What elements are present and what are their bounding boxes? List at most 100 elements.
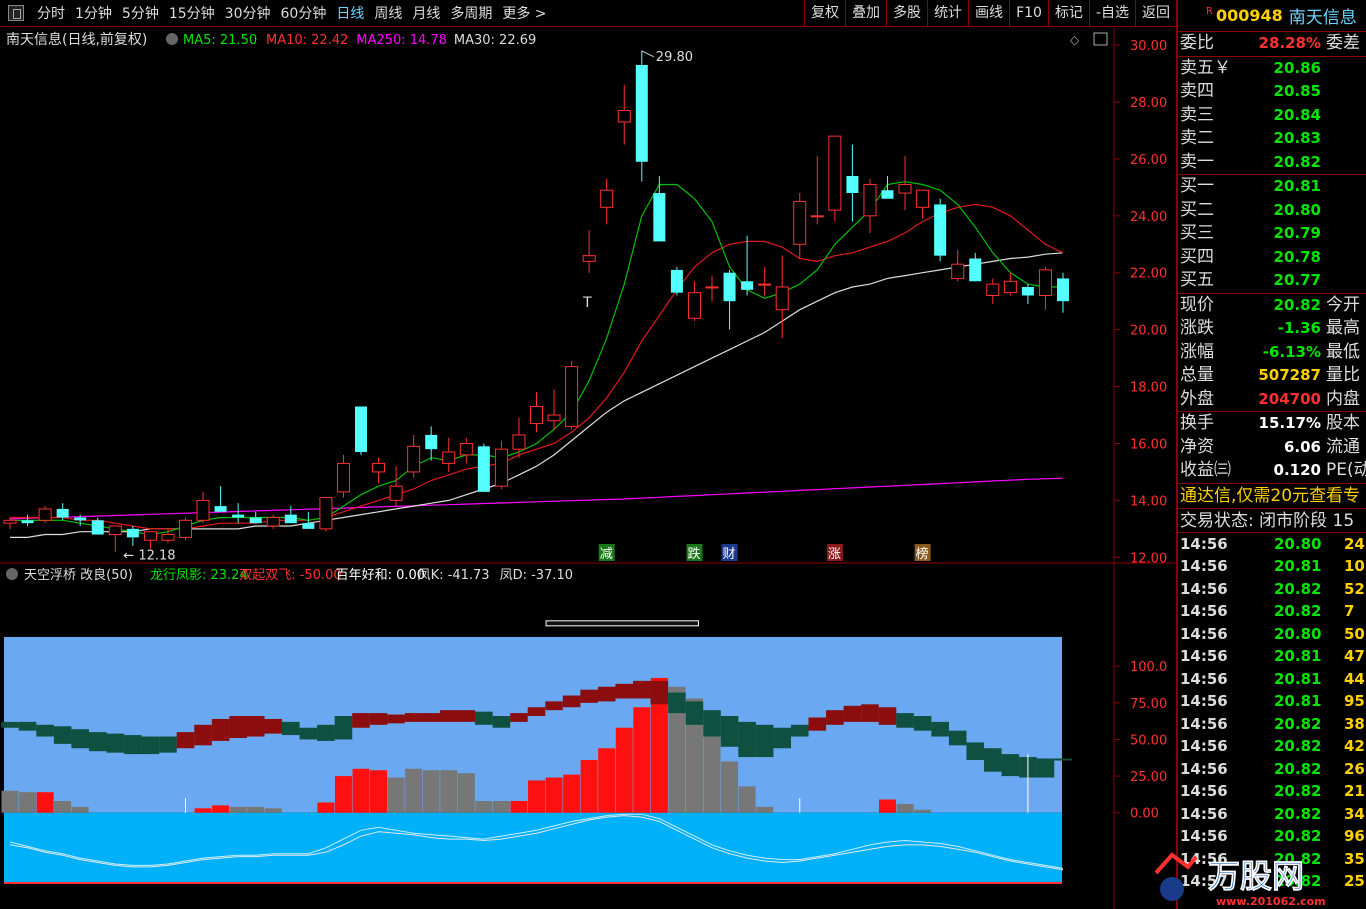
indicator-ribbon (720, 716, 739, 747)
buys-row: 买一 20.81 (1178, 175, 1366, 199)
tick-row[interactable]: 14:56 20.82 52 (1178, 578, 1366, 601)
indicator-tick-label: 0.00 (1130, 807, 1159, 822)
indicator-ribbon (387, 714, 405, 724)
candle-up (319, 497, 333, 530)
buys-price[interactable]: 20.79 (1274, 222, 1321, 246)
indicator-ribbon (211, 718, 230, 741)
candle-up (775, 286, 789, 311)
svg-text:财: 财 (723, 547, 736, 562)
indicator-ribbon (18, 721, 37, 731)
toolbar-button-2[interactable]: 多股 (886, 0, 927, 27)
tick-price: 20.81 (1274, 669, 1322, 688)
period-tab-5[interactable]: 60分钟 (276, 3, 332, 23)
buys-label: 买二 (1180, 199, 1214, 220)
period-tab-8[interactable]: 月线 (407, 3, 445, 23)
toolbar-button-8[interactable]: 返回 (1135, 0, 1176, 27)
buys-price[interactable]: 20.81 (1274, 175, 1321, 199)
sells-price[interactable]: 20.85 (1274, 80, 1321, 104)
chart-options-icon[interactable] (166, 33, 178, 45)
indicator-ribbon (861, 704, 879, 722)
toolbar-button-4[interactable]: 画线 (968, 0, 1009, 27)
tick-row[interactable]: 14:56 20.82 42 (1178, 735, 1366, 758)
tick-row[interactable]: 14:56 20.80 24 (1178, 533, 1366, 556)
price-tick-label: 12.00 (1130, 551, 1167, 566)
chart-title: 南天信息(日线,前复权) (6, 31, 147, 48)
indicator-bar (405, 768, 423, 813)
period-tab-2[interactable]: 5分钟 (117, 3, 164, 23)
event-badge-1[interactable]: 跌 (686, 544, 703, 562)
candle-up (459, 442, 473, 456)
indicator-plot (1, 620, 1072, 884)
sells-price[interactable]: 20.84 (1274, 104, 1321, 128)
buys-price[interactable]: 20.78 (1274, 246, 1321, 270)
period-tab-0[interactable]: 分时 (32, 3, 70, 23)
toolbar-button-6[interactable]: 标记 (1047, 0, 1089, 27)
indicator-value-2: 百年好和: 0.00 (336, 568, 425, 583)
diamond-icon[interactable]: ◇ (1070, 33, 1080, 47)
kline-chart[interactable]: 南天信息(日线,前复权) MA5: 21.50 MA10: 22.42 MA250:… (0, 28, 1176, 909)
candle-up (1038, 269, 1052, 296)
sells-price[interactable]: 20.83 (1274, 127, 1321, 151)
candle-down (21, 520, 34, 524)
event-badge-4[interactable]: 榜 (914, 544, 931, 562)
indicator-ribbon (580, 689, 598, 703)
stats1-value: 507287 (1258, 366, 1321, 384)
tick-row[interactable]: 14:56 20.81 44 (1178, 668, 1366, 691)
candle-up (494, 448, 508, 487)
buys-price[interactable]: 20.80 (1274, 199, 1321, 223)
tick-price: 20.82 (1274, 579, 1322, 598)
buys-price[interactable]: 20.77 (1274, 269, 1321, 293)
event-badge-3[interactable]: 涨 (826, 544, 843, 562)
period-tab-10[interactable]: 更多 > (497, 3, 551, 23)
indicator-bar (721, 761, 739, 813)
indicator-ribbon (650, 680, 669, 705)
tick-price: 20.82 (1274, 737, 1322, 755)
price-tick-label: 20.00 (1130, 324, 1167, 339)
chart-area[interactable]: 南天信息(日线,前复权) MA5: 21.50 MA10: 22.42 MA250:… (0, 28, 1176, 909)
indicator-ribbon (264, 718, 283, 734)
sells-price[interactable]: 20.82 (1274, 151, 1321, 175)
tick-row[interactable]: 14:56 20.81 95 (1178, 690, 1366, 713)
indicator-ribbon (1, 721, 19, 728)
tick-time: 14:56 (1180, 534, 1228, 553)
period-tab-9[interactable]: 多周期 (445, 3, 497, 23)
tick-row[interactable]: 14:56 20.82 38 (1178, 713, 1366, 736)
event-badge-0[interactable]: 减 (598, 544, 615, 562)
ma-label-3: MA30: 22.69 (454, 33, 536, 48)
tick-list[interactable]: 14:5620.802414:5620.8110314:5620.825214:… (1178, 533, 1366, 893)
sells-row: 卖一 20.82 (1178, 151, 1366, 175)
tick-row[interactable]: 14:56 20.82 7 (1178, 600, 1366, 623)
period-tab-3[interactable]: 15分钟 (164, 3, 220, 23)
indicator-bar (212, 805, 230, 813)
toolbar-button-5[interactable]: F10 (1009, 0, 1048, 27)
tick-row[interactable]: 14:56 20.82 34 (1178, 803, 1366, 826)
tick-row[interactable]: 14:56 20.81 103 (1178, 555, 1366, 578)
period-tab-4[interactable]: 30分钟 (220, 3, 276, 23)
toolbar-button-0[interactable]: 复权 (804, 0, 845, 27)
candle-up (196, 499, 210, 521)
toolbar-button-3[interactable]: 统计 (927, 0, 968, 27)
candle-up (530, 405, 543, 425)
indicator-options-icon[interactable] (6, 568, 18, 580)
sells-price[interactable]: 20.86 (1274, 57, 1321, 81)
indicator-ribbon (738, 721, 756, 758)
event-badge-2[interactable]: 财 (721, 544, 738, 562)
period-tab-1[interactable]: 1分钟 (70, 3, 117, 23)
promo-banner[interactable]: 通达信,仅需20元查看专 (1178, 482, 1366, 508)
window-menu-icon[interactable] (8, 5, 24, 21)
indicator-bracket (545, 620, 699, 627)
tick-row[interactable]: 14:56 20.80 50 (1178, 623, 1366, 646)
tick-row[interactable]: 14:56 20.81 47 (1178, 645, 1366, 668)
toolbar-button-1[interactable]: 叠加 (845, 0, 886, 27)
indicator-bar (879, 799, 896, 813)
toolbar-button-7[interactable]: -自选 (1088, 0, 1135, 27)
tick-row[interactable]: 14:56 20.82 26 (1178, 758, 1366, 781)
tick-volume: 50 (1344, 624, 1365, 643)
tick-row[interactable]: 14:56 20.82 21 (1178, 780, 1366, 803)
candle-down (425, 434, 438, 450)
watermark-globe-icon (1160, 877, 1184, 901)
period-tab-6[interactable]: 日线 (331, 3, 369, 23)
trading-app: 分时 1分钟 5分钟 15分钟 30分钟 60分钟 日线 周线 月线 多周期 更多 > 复权 叠加 多股… (0, 0, 1366, 909)
period-tab-7[interactable]: 周线 (369, 3, 407, 23)
stock-name[interactable]: 南天信息 (1289, 3, 1357, 28)
